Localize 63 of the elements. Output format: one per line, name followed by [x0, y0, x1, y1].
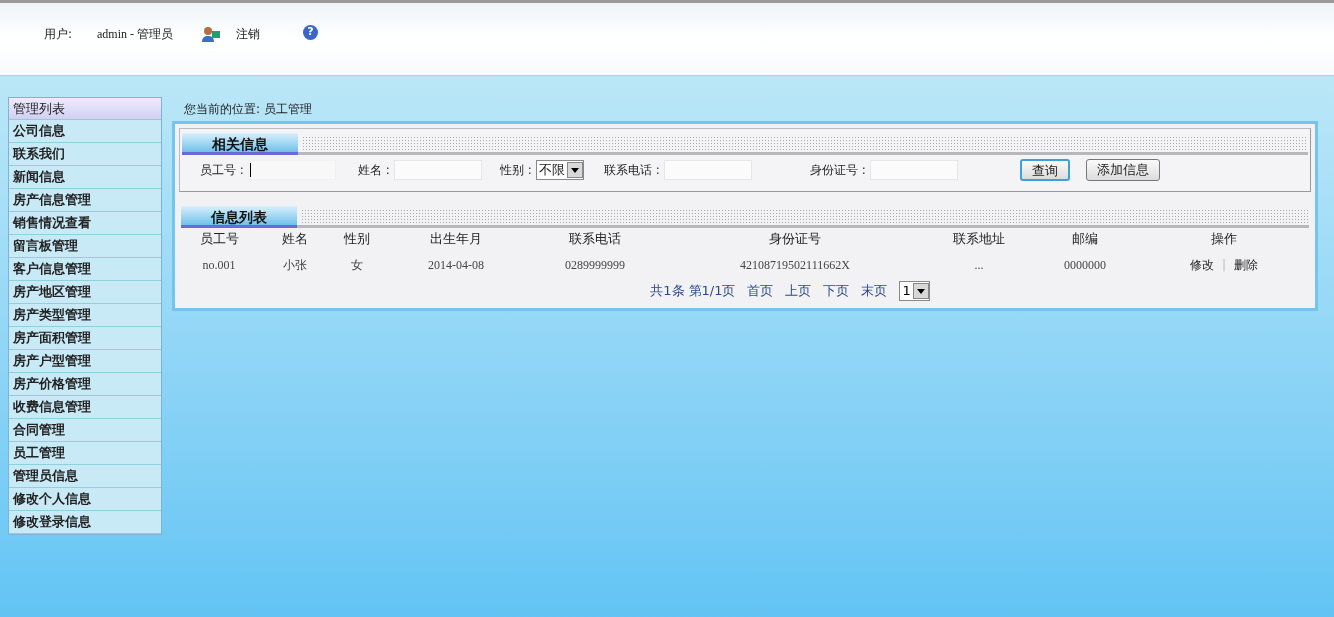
sidebar-item[interactable]: 管理员信息: [9, 465, 161, 488]
column-header: 姓名: [281, 230, 309, 249]
table-cell-text: 女: [350, 257, 364, 274]
logout-link[interactable]: 注销: [236, 25, 261, 43]
sidebar-item[interactable]: 修改登录信息: [9, 511, 161, 534]
sidebar-item[interactable]: 新闻信息: [9, 166, 161, 189]
column-header: 出生年月: [429, 230, 483, 249]
sidebar-item[interactable]: 销售情况查看: [9, 212, 161, 235]
sidebar-item[interactable]: 公司信息: [9, 120, 161, 143]
page-indicator: 第1/1页: [688, 282, 736, 301]
help-icon[interactable]: ?: [303, 25, 319, 40]
pagination-link[interactable]: 末页: [861, 281, 888, 301]
column-header: 邮编: [1071, 230, 1099, 249]
field-label: 姓名 :: [358, 162, 390, 179]
action-link[interactable]: 删除: [1234, 256, 1258, 274]
pagination-link[interactable]: 首页: [747, 281, 774, 301]
column-header: 联系地址: [952, 230, 1006, 249]
sidebar-item[interactable]: 房产户型管理: [9, 350, 161, 373]
sidebar-item[interactable]: 房产类型管理: [9, 304, 161, 327]
table-cell-text: 0289999999: [564, 257, 626, 274]
table-cell-text: no.001: [201, 257, 237, 274]
user-name: admin - 管理员: [97, 26, 174, 43]
sidebar-item[interactable]: 员工管理: [9, 442, 161, 465]
breadcrumb: 您当前的位置: 员工管理: [183, 101, 313, 118]
sidebar-item[interactable]: 房产价格管理: [9, 373, 161, 396]
separator: |: [1221, 257, 1226, 274]
sidebar-item[interactable]: 联系我们: [9, 143, 161, 166]
field-label: 身份证号 :: [810, 162, 866, 179]
section-title: 信息列表: [181, 206, 297, 228]
record-count: 共1条: [650, 282, 685, 301]
input-field[interactable]: [247, 160, 336, 180]
field-label: 性别 :: [500, 162, 532, 179]
column-header: 员工号: [198, 230, 240, 249]
sidebar-item[interactable]: 房产信息管理: [9, 189, 161, 212]
section-title: 相关信息: [182, 133, 298, 155]
column-header: 身份证号: [768, 230, 822, 249]
sidebar-item[interactable]: 修改个人信息: [9, 488, 161, 511]
sidebar-item[interactable]: 客户信息管理: [9, 258, 161, 281]
sidebar-item[interactable]: 收费信息管理: [9, 396, 161, 419]
table-cell-text: 2014-04-08: [427, 257, 485, 274]
table-cell-text: 小张: [282, 257, 308, 274]
page-select[interactable]: 1: [899, 281, 930, 301]
pagination-link[interactable]: 上页: [785, 281, 812, 301]
sidebar-title: 管理列表: [9, 98, 161, 120]
sidebar-item[interactable]: 房产地区管理: [9, 281, 161, 304]
table-cell-text: ...: [973, 257, 985, 274]
column-header: 操作: [1210, 230, 1238, 249]
sidebar-item[interactable]: 房产面积管理: [9, 327, 161, 350]
column-header: 性别: [343, 230, 371, 249]
column-header: 联系电话: [568, 230, 622, 249]
action-link[interactable]: 修改: [1189, 256, 1214, 274]
field-label: 联系电话 :: [604, 162, 660, 179]
pagination-link[interactable]: 下页: [823, 281, 850, 301]
form-button[interactable]: 添加信息: [1086, 159, 1160, 181]
user-computer-icon: [202, 26, 221, 42]
field-label: 员工号 :: [200, 162, 244, 179]
gender-select[interactable]: 不限: [535, 160, 584, 180]
form-button[interactable]: 查询: [1020, 159, 1070, 181]
table-cell-text: 42108719502111662X: [739, 257, 851, 274]
sidebar-item[interactable]: 合同管理: [9, 419, 161, 442]
user-label: 用户:: [44, 26, 73, 43]
sidebar-item[interactable]: 留言板管理: [9, 235, 161, 258]
table-cell-text: 0000000: [1063, 257, 1107, 274]
